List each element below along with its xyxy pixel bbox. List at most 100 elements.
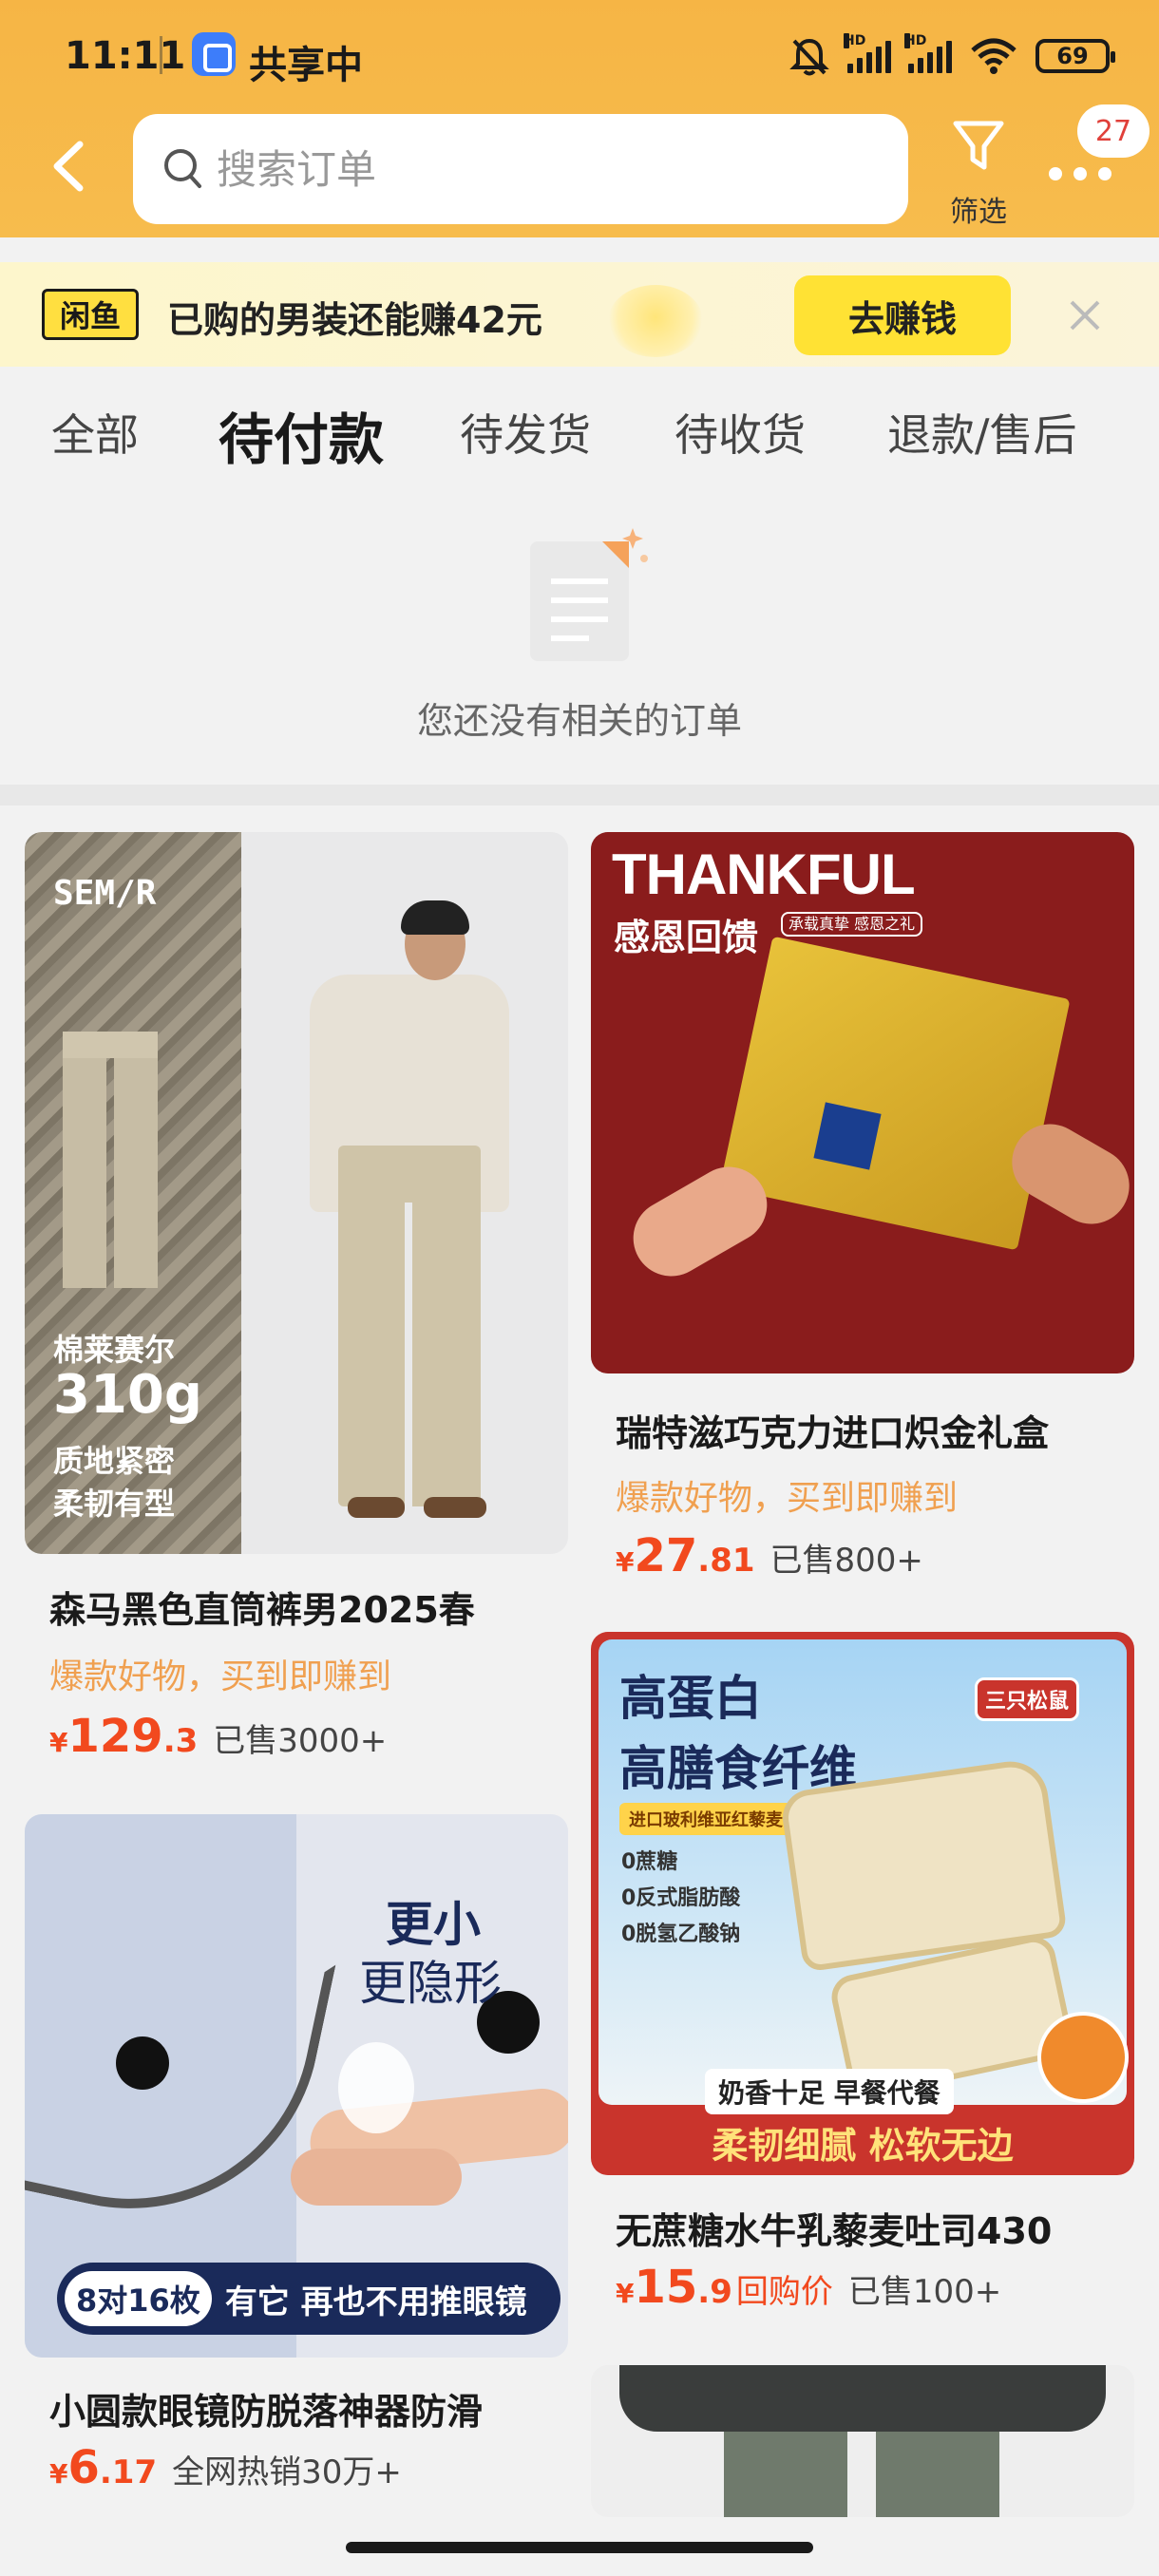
- image-description: 有它 再也不用推眼镜: [224, 2282, 527, 2321]
- more-dot-icon: [1098, 167, 1112, 180]
- search-box[interactable]: [133, 114, 908, 224]
- earn-money-button[interactable]: 去赚钱: [794, 275, 1011, 355]
- empty-state-text: 您还没有相关的订单: [416, 700, 742, 742]
- currency-symbol: ¥: [49, 2458, 68, 2490]
- image-caption: 质地紧密: [53, 1443, 176, 1479]
- brand-logo: 三只松鼠: [975, 1677, 1080, 1721]
- battery-indicator: 69: [1036, 39, 1115, 73]
- price-tag: 回购价: [735, 2273, 833, 2311]
- image-point: 0脱氢乙酸钠: [621, 1923, 741, 1946]
- quantity-tag: 8对16枚: [65, 2271, 212, 2326]
- ear-grip: [116, 2036, 169, 2090]
- header: 11:11 共享中 HD HD 69 搜索订单 筛选 27: [0, 0, 1159, 237]
- signal-hd-tag-2: HD: [904, 33, 927, 48]
- product-price: ¥ 27 .81 已售800+: [616, 1529, 923, 1582]
- image-label: 奶香十足 早餐代餐: [705, 2069, 954, 2114]
- tab-all[interactable]: 全部: [51, 401, 139, 464]
- model-hair: [401, 900, 469, 935]
- product-image[interactable]: 更小 更隐形 8对16枚 有它 再也不用推眼镜: [25, 1814, 568, 2358]
- filter-icon: [953, 121, 1004, 170]
- more-dot-icon: [1049, 167, 1062, 180]
- product-title[interactable]: 森马黑色直筒裤男2025春: [49, 1581, 475, 1633]
- status-separator: [160, 36, 162, 74]
- price-integer: 15: [634, 2261, 698, 2314]
- search-input[interactable]: [217, 139, 863, 199]
- image-tag: 承载真挚 感恩之礼: [781, 912, 923, 937]
- squirrel-mascot-icon: [1037, 2012, 1129, 2103]
- pants-thumbnail: [63, 1032, 158, 1288]
- section-divider: [0, 785, 1159, 805]
- image-headline: THANKFUL: [612, 843, 916, 906]
- back-button[interactable]: [42, 133, 99, 199]
- product-card[interactable]: 更小 更隐形 8对16枚 有它 再也不用推眼镜: [25, 1814, 568, 2358]
- image-brand-text: SEM/R: [53, 874, 157, 913]
- empty-state: 您还没有相关的订单: [0, 484, 1159, 785]
- product-price: ¥ 6 .17 全网热销30万+: [49, 2441, 402, 2494]
- pants-leg: [724, 2432, 847, 2517]
- product-card[interactable]: [591, 2365, 1134, 2517]
- tab-pending-payment[interactable]: 待付款: [218, 395, 384, 475]
- product-image[interactable]: [591, 2365, 1134, 2517]
- status-icons: HD HD 69: [788, 33, 1115, 78]
- signal-hd-tag: HD: [844, 33, 866, 48]
- product-title[interactable]: 无蔗糖水牛乳藜麦吐司430: [616, 2202, 1052, 2254]
- xianyu-logo: 闲鱼: [42, 289, 139, 340]
- price-integer: 129: [67, 1710, 163, 1763]
- image-caption: 柔韧有型: [53, 1486, 176, 1522]
- promo-banner-text: 已购的男装还能赚42元: [167, 299, 542, 341]
- currency-symbol: ¥: [616, 1546, 635, 1578]
- gift-box: [719, 936, 1071, 1251]
- price-decimal: .9: [697, 2273, 732, 2311]
- image-headline: 更隐形: [359, 1956, 502, 2011]
- image-label: 8对16枚 有它 再也不用推眼镜: [57, 2263, 560, 2335]
- product-image[interactable]: SEM/R 棉莱赛尔 310g 质地紧密 柔韧有型: [25, 832, 568, 1554]
- empty-document-icon: [530, 528, 648, 661]
- tab-pending-receipt[interactable]: 待收货: [674, 401, 806, 464]
- mascot-icon: [608, 285, 703, 357]
- tab-pending-shipment[interactable]: 待发货: [460, 401, 591, 464]
- jacket: [619, 2365, 1106, 2432]
- sold-count: 全网热销30万+: [172, 2453, 402, 2491]
- image-point: 0蔗糖: [621, 1850, 678, 1874]
- brand-label: [813, 1102, 882, 1170]
- sold-count: 已售100+: [847, 2273, 1002, 2311]
- pants-leg: [876, 2432, 999, 2517]
- filter-label: 筛选: [950, 196, 1007, 229]
- status-time: 11:11: [65, 34, 186, 78]
- search-icon: [164, 149, 201, 188]
- product-price: ¥ 129 .3 已售3000+: [49, 1710, 387, 1763]
- image-caption: 310g: [53, 1364, 202, 1426]
- home-indicator[interactable]: [346, 2542, 813, 2553]
- currency-symbol: ¥: [49, 1727, 68, 1758]
- sold-count: 已售800+: [770, 1542, 923, 1580]
- screen-share-icon: [192, 32, 236, 76]
- recommendation-grid: SEM/R 棉莱赛尔 310g 质地紧密 柔韧有型 森马黑色直筒裤男2025春 …: [0, 805, 1159, 2576]
- clear-ear-grip: [338, 2042, 414, 2133]
- product-price: ¥ 15 .9 回购价 已售100+: [616, 2261, 1001, 2314]
- price-decimal: .3: [162, 1722, 199, 1760]
- price-decimal: .81: [697, 1542, 755, 1580]
- product-title[interactable]: 瑞特滋巧克力进口炽金礼盒: [616, 1404, 1049, 1456]
- product-title[interactable]: 小圆款眼镜防脱落神器防滑: [49, 2382, 483, 2434]
- finger: [291, 2149, 462, 2206]
- filter-button[interactable]: 筛选: [940, 116, 1016, 229]
- price-integer: 27: [634, 1529, 698, 1582]
- model-shoe: [348, 1497, 405, 1518]
- product-image[interactable]: THANKFUL 感恩回馈 承载真挚 感恩之礼: [591, 832, 1134, 1373]
- wifi-icon: [971, 38, 1016, 74]
- promo-banner[interactable]: 闲鱼 已购的男装还能赚42元 去赚钱: [0, 262, 1159, 367]
- model-pants: [338, 1146, 481, 1506]
- image-subheadline: 感恩回馈: [614, 917, 759, 958]
- product-card[interactable]: THANKFUL 感恩回馈 承载真挚 感恩之礼: [591, 832, 1134, 1375]
- status-bar: 11:11 共享中 HD HD 69: [0, 0, 1159, 112]
- close-icon[interactable]: [1066, 296, 1104, 334]
- product-card[interactable]: 高蛋白 高膳食纤维 进口玻利维亚红藜麦 0蔗糖 0反式脂肪酸 0脱氢乙酸钠 三只…: [591, 1632, 1134, 2175]
- more-dot-icon: [1074, 167, 1087, 180]
- share-status-label: 共享中: [249, 44, 363, 87]
- tab-refund-aftersale[interactable]: 退款/售后: [887, 401, 1077, 464]
- price-decimal: .17: [99, 2453, 158, 2491]
- cell-signal-2-icon: HD: [904, 33, 952, 73]
- product-card[interactable]: SEM/R 棉莱赛尔 310g 质地紧密 柔韧有型: [25, 832, 568, 1611]
- sold-count: 已售3000+: [213, 1722, 388, 1760]
- product-image[interactable]: 高蛋白 高膳食纤维 进口玻利维亚红藜麦 0蔗糖 0反式脂肪酸 0脱氢乙酸钠 三只…: [591, 1632, 1134, 2175]
